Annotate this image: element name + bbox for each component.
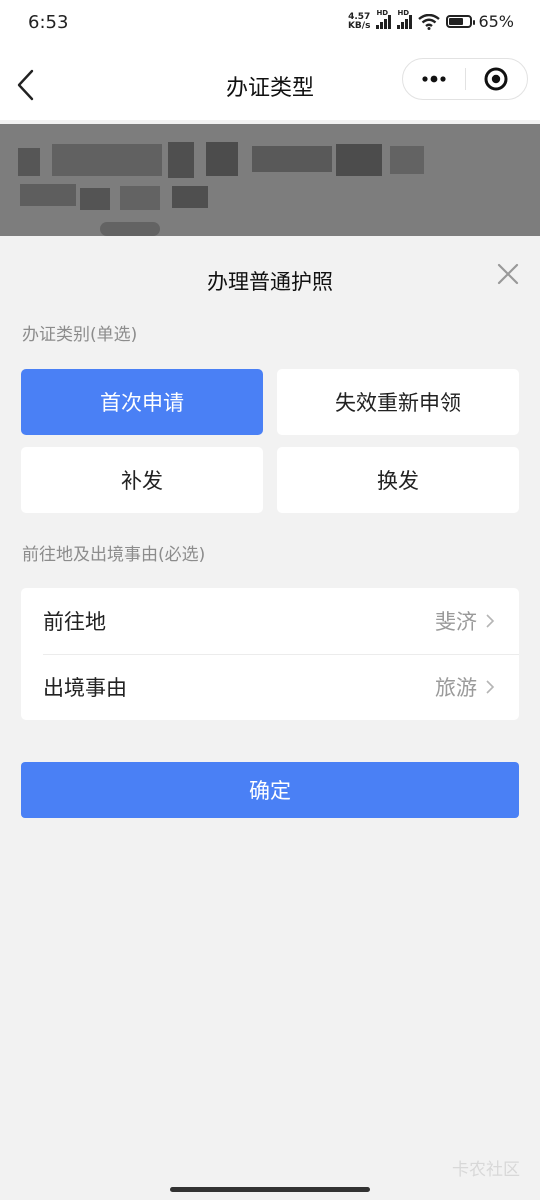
network-speed: 4.57 KB/s [347,12,371,31]
redacted-block [100,222,160,236]
destination-section-label: 前往地及出境事由(必选) [22,545,206,565]
destination-value: 斐济 [435,610,477,634]
redacted-block [20,184,76,206]
status-indicators: 4.57 KB/s HD HD 65% [347,9,514,32]
hd-badge-2: HD [397,8,410,17]
nav-bar: 办证类型 [0,50,540,120]
exit-reason-label: 出境事由 [43,676,127,700]
exit-reason-row[interactable]: 出境事由 旅游 [21,654,519,720]
close-icon[interactable] [496,262,520,286]
redacted-block [120,186,160,210]
miniprogram-capsule [402,58,528,100]
watermark: 卡农社区 [452,1160,520,1180]
redacted-block [336,144,382,176]
battery-icon [446,15,476,28]
bottom-sheet: 办理普通护照 办证类别(单选) 首次申请 失效重新申领 补发 换发 前往地及出境… [0,236,540,1200]
redacted-block [252,146,332,172]
hd-badge: HD [376,8,389,17]
redacted-block [52,144,162,176]
close-miniprogram-icon[interactable] [465,59,527,99]
redacted-block [18,148,40,176]
chevron-right-icon [486,680,495,694]
destination-label: 前往地 [43,610,106,634]
wifi-icon [418,13,441,30]
option-reapply-expired-button[interactable]: 失效重新申领 [277,369,519,435]
redacted-block [390,146,424,174]
dimmed-background-overlay[interactable] [0,124,540,236]
sheet-title: 办理普通护照 [207,270,333,294]
chevron-right-icon [486,614,495,628]
option-first-application-button[interactable]: 首次申请 [21,369,263,435]
redacted-block [80,188,110,210]
network-speed-unit: KB/s [347,20,371,31]
exit-reason-value: 旅游 [435,676,477,700]
redacted-block [168,142,194,178]
status-bar: 6:53 4.57 KB/s HD HD 65% [0,0,540,50]
home-indicator[interactable] [170,1187,370,1192]
destination-row[interactable]: 前往地 斐济 [21,588,519,654]
redacted-block [172,186,208,208]
redacted-block [206,142,238,176]
option-renewal-button[interactable]: 换发 [277,447,519,513]
status-time: 6:53 [28,12,69,33]
category-section-label: 办证类别(单选) [22,325,138,345]
more-options-icon[interactable] [403,59,465,99]
option-reissue-button[interactable]: 补发 [21,447,263,513]
battery-level: 65% [478,12,514,31]
confirm-button[interactable]: 确定 [21,762,519,818]
signal-icon: HD [376,9,392,29]
destination-reason-card: 前往地 斐济 出境事由 旅游 [21,588,519,720]
signal-icon-2: HD [397,9,413,29]
